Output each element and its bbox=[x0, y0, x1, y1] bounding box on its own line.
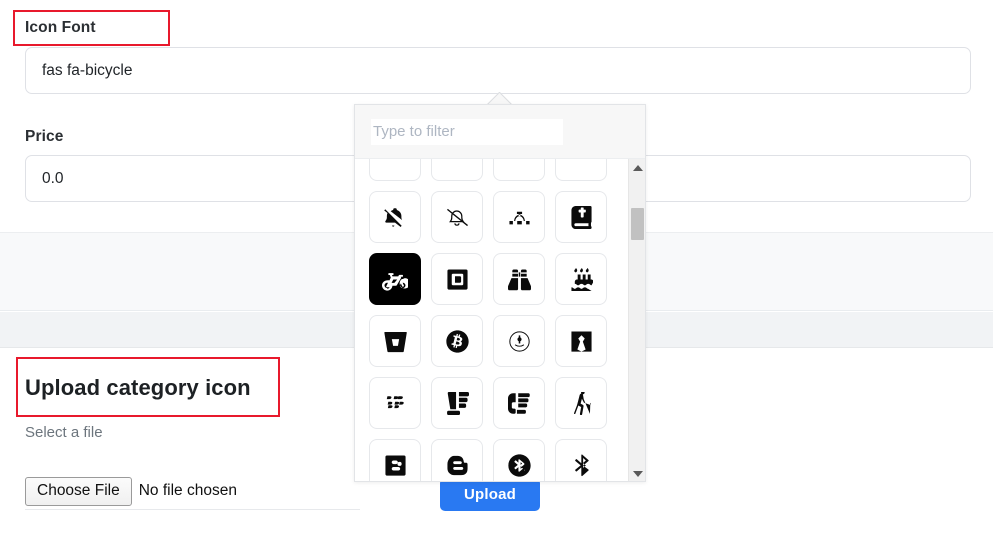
icon-tile-blackberry[interactable] bbox=[369, 377, 421, 429]
scroll-up-arrow-icon[interactable] bbox=[629, 159, 645, 176]
icon-picker-body bbox=[355, 159, 645, 481]
icon-tile-birthday-cake[interactable] bbox=[555, 253, 607, 305]
icon-tile-partial-4[interactable] bbox=[555, 159, 607, 181]
icon-tile-binoculars[interactable] bbox=[493, 253, 545, 305]
icon-tile-bluetooth-b[interactable] bbox=[555, 439, 607, 481]
icon-tile-bicycle[interactable] bbox=[369, 253, 421, 305]
icon-tile-bible[interactable] bbox=[555, 191, 607, 243]
icon-tile-bimobject[interactable] bbox=[431, 253, 483, 305]
upload-button[interactable]: Upload bbox=[440, 478, 540, 511]
file-row-underline bbox=[25, 509, 360, 510]
select-a-file-label: Select a file bbox=[25, 424, 103, 441]
scrollbar-thumb[interactable] bbox=[631, 208, 644, 240]
icon-tile-bitbucket[interactable] bbox=[369, 315, 421, 367]
upload-category-icon-heading: Upload category icon bbox=[25, 375, 251, 400]
icon-tile-partial-2[interactable] bbox=[431, 159, 483, 181]
icon-tile-blender-phone[interactable] bbox=[493, 377, 545, 429]
icon-tile-blogger[interactable] bbox=[431, 439, 483, 481]
no-file-chosen-text: No file chosen bbox=[138, 482, 237, 500]
icon-tile-bluetooth[interactable] bbox=[493, 439, 545, 481]
icon-tile-bitcoin[interactable] bbox=[431, 315, 483, 367]
icon-grid bbox=[355, 159, 617, 481]
file-input-row[interactable]: Choose File No file chosen bbox=[25, 477, 237, 506]
icon-tile-blogger-b[interactable] bbox=[369, 439, 421, 481]
icon-font-label: Icon Font bbox=[25, 19, 96, 36]
icon-tile-blender[interactable] bbox=[431, 377, 483, 429]
icon-tile-bity[interactable] bbox=[493, 315, 545, 367]
icon-tile-bell-slash[interactable] bbox=[369, 191, 421, 243]
icon-tile-blind[interactable] bbox=[555, 377, 607, 429]
icon-tile-partial-3[interactable] bbox=[493, 159, 545, 181]
icon-picker-header bbox=[355, 105, 645, 159]
icon-grid-scrollbar[interactable] bbox=[628, 159, 645, 481]
icon-tile-black-tie[interactable] bbox=[555, 315, 607, 367]
icon-font-input[interactable] bbox=[25, 47, 971, 94]
choose-file-button[interactable]: Choose File bbox=[25, 477, 132, 506]
icon-tile-bell-slash-outline[interactable] bbox=[431, 191, 483, 243]
price-label: Price bbox=[25, 128, 64, 145]
icon-tile-partial-1[interactable] bbox=[369, 159, 421, 181]
icon-tile-bezier-curve[interactable] bbox=[493, 191, 545, 243]
scroll-down-arrow-icon[interactable] bbox=[629, 465, 645, 481]
icon-filter-input[interactable] bbox=[371, 118, 563, 145]
icon-picker-popover bbox=[354, 104, 646, 482]
